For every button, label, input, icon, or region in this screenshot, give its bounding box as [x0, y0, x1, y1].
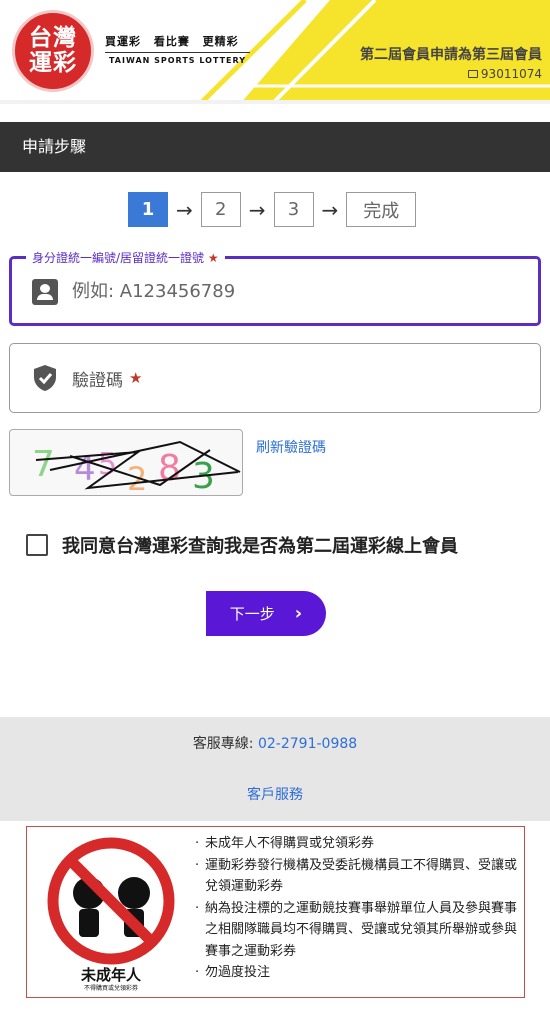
id-number-field[interactable]: 身分證統一編號/居留證統一證號 ★ — [9, 249, 541, 326]
step-complete: 完成 — [346, 192, 417, 227]
header-notice: 第二屆會員申請為第三屆會員 — [360, 47, 542, 63]
warning-rule: 納為投注標的之運動競技賽事舉辦單位人員及參與賽事之相關隊職員均不得購買、受讓或兌… — [195, 898, 520, 963]
captcha-label: 驗證碼 — [72, 370, 123, 391]
id-number-label-text: 身分證統一編號/居留證統一證號 — [32, 251, 205, 265]
step-arrow: → — [248, 197, 266, 222]
captcha-image: 7 4 5 2 8 3 — [9, 429, 243, 496]
warning-sub-caption: 不得購買或兌領彩券 — [83, 985, 138, 992]
warning-rule: 勿過度投注 — [195, 962, 520, 984]
captcha-field[interactable]: 驗證碼 ★ — [9, 343, 541, 413]
step-1: 1 — [128, 192, 168, 227]
captcha-char-1: 7 — [32, 444, 55, 485]
id-number-label: 身分證統一編號/居留證統一證號 ★ — [26, 249, 225, 266]
page-title-bar: 申請步驟 — [0, 122, 550, 172]
brand-slogan-english: TAIWAN SPORTS LOTTERY — [105, 52, 250, 65]
header-code-number: 93011074 — [480, 67, 542, 81]
id-card-icon — [32, 279, 58, 305]
warning-rules-list: 未成年人不得購買或兌領彩券 運動彩券發行機構及受委託機構員工不得購買、受讓或兌領… — [195, 833, 520, 984]
warning-rule: 運動彩券發行機構及受委託機構員工不得購買、受讓或兌領運動彩券 — [195, 855, 520, 898]
warning-caption: 未成年人 — [80, 966, 141, 984]
agreement-checkbox[interactable] — [26, 534, 48, 556]
logo-text-line2: 運彩 — [29, 50, 77, 76]
underage-warning-panel: 未成年人 不得購買或兌領彩券 未成年人不得購買或兌領彩券 運動彩券發行機構及受委… — [26, 826, 525, 998]
brand-slogan: 買運彩 看比賽 更精彩 — [105, 35, 239, 48]
phone-number-link[interactable]: 02-2791-0988 — [258, 736, 357, 752]
next-step-button[interactable]: 下一步 › — [206, 591, 326, 636]
customer-service-phone: 客服專線: 02-2791-0988 — [0, 733, 550, 753]
phone-label: 客服專線: — [192, 736, 258, 752]
step-arrow: → — [321, 197, 339, 222]
logo-text-line1: 台灣 — [29, 25, 77, 51]
step-arrow: → — [176, 197, 193, 222]
header-code: 93011074 — [467, 67, 542, 81]
step-2: 2 — [200, 192, 241, 227]
id-number-input[interactable] — [72, 276, 512, 306]
agreement-row[interactable]: 我同意台灣運彩查詢我是否為第二屆運彩線上會員 — [26, 532, 458, 558]
warning-rule: 未成年人不得購買或兌領彩券 — [195, 833, 520, 855]
footer: 客服專線: 02-2791-0988 客戶服務 — [0, 717, 550, 821]
app-header: 台灣 運彩 買運彩 看比賽 更精彩 TAIWAN SPORTS LOTTERY … — [0, 0, 550, 104]
printer-icon — [467, 70, 478, 78]
chevron-right-icon: › — [294, 603, 303, 624]
next-step-label: 下一步 — [229, 605, 275, 623]
captcha-char-3: 5 — [98, 447, 117, 482]
required-star-icon: ★ — [207, 251, 219, 265]
shield-check-icon — [34, 365, 56, 391]
agreement-text[interactable]: 我同意台灣運彩查詢我是否為第二屆運彩線上會員 — [62, 532, 458, 558]
required-star-icon: ★ — [129, 369, 143, 387]
refresh-captcha-link[interactable]: 刷新驗證碼 — [256, 437, 326, 457]
step-indicator: 1 → 2 → 3 → 完成 — [128, 192, 417, 227]
brand-logo[interactable]: 台灣 運彩 — [12, 10, 94, 92]
customer-service-link[interactable]: 客戶服務 — [0, 784, 550, 804]
page-title: 申請步驟 — [22, 137, 87, 156]
step-3: 3 — [273, 192, 314, 227]
captcha-drawing: 7 4 5 2 8 3 — [32, 440, 241, 495]
